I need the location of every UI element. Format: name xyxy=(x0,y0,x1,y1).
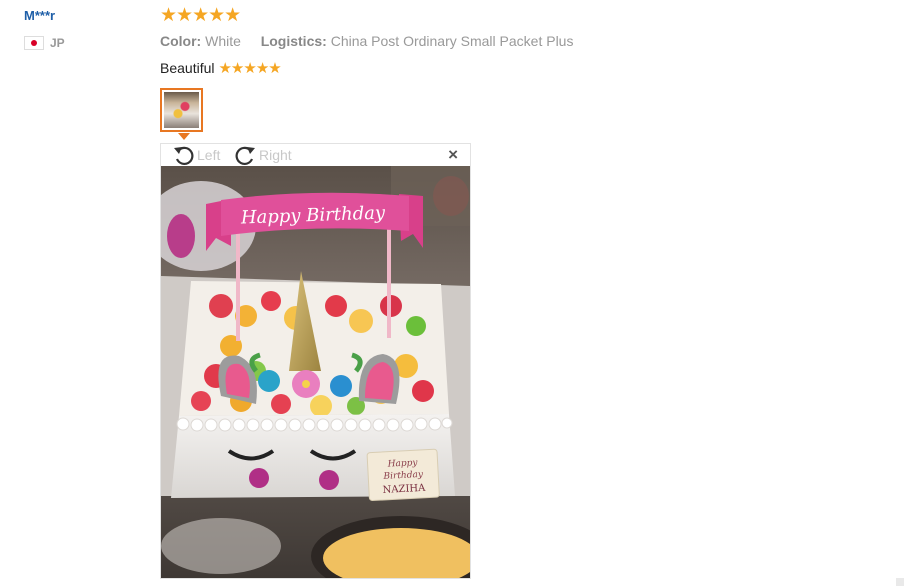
cake-photo: Happy Birthday NAZIHA Happy Birthday xyxy=(161,166,470,578)
photo-viewer: Left Right × Happy Birthday NAZIHA Happy… xyxy=(160,143,471,579)
plaque-line-3: NAZIHA xyxy=(382,483,426,496)
review-photo-thumbnail[interactable] xyxy=(160,88,203,132)
logistics-label: Logistics: xyxy=(260,33,327,49)
reviewer-name[interactable]: M***r xyxy=(24,8,55,23)
country-code: JP xyxy=(50,36,65,50)
review-stars-emoji: ★★★★★ xyxy=(218,60,281,77)
rotate-left-label: Left xyxy=(197,147,221,163)
product-info: Color: White Logistics: China Post Ordin… xyxy=(160,33,573,49)
rotate-right-label: Right xyxy=(259,147,292,163)
rotate-right-button[interactable]: Right xyxy=(233,144,292,166)
logistics-value: China Post Ordinary Small Packet Plus xyxy=(330,33,574,49)
plaque-line-1: Happy xyxy=(386,458,418,470)
rating-stars: ★★★★★ xyxy=(160,5,241,26)
thumbnail-image xyxy=(164,92,199,128)
viewer-toolbar: Left Right × xyxy=(161,144,470,166)
color-label: Color: xyxy=(160,33,202,49)
japan-flag-icon xyxy=(24,36,44,50)
reviewer-country: JP xyxy=(24,36,65,50)
review-photo: Happy Birthday NAZIHA Happy Birthday xyxy=(161,166,470,578)
rotate-right-icon xyxy=(235,146,255,166)
close-icon[interactable]: × xyxy=(448,146,458,163)
thumbnail-caret-icon xyxy=(178,133,190,140)
rotate-left-button[interactable]: Left xyxy=(171,144,220,166)
review-content: Beautiful ★★★★★ xyxy=(160,59,282,77)
scroll-corner xyxy=(896,578,904,586)
review-text: Beautiful xyxy=(160,60,215,76)
color-value: White xyxy=(205,33,241,49)
rotate-left-icon xyxy=(174,146,194,166)
